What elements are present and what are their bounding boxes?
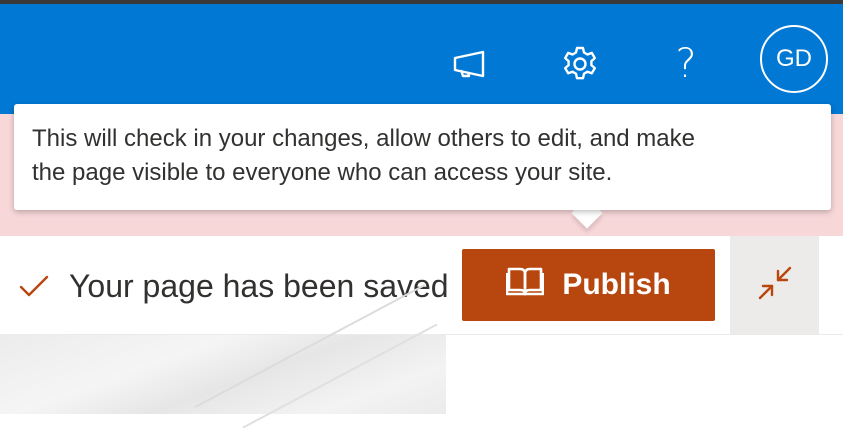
collapse-arrows-icon: [756, 264, 794, 307]
help-button[interactable]: ?: [662, 40, 710, 88]
megaphone-icon: [451, 48, 491, 80]
settings-button[interactable]: [556, 40, 604, 88]
book-icon: [506, 265, 545, 305]
page-canvas-image: [0, 335, 446, 414]
publish-button[interactable]: Publish: [462, 249, 715, 321]
tooltip-line-2: the page visible to everyone who can acc…: [32, 159, 613, 186]
help-icon: ?: [675, 41, 697, 87]
tooltip-line-1: This will check in your changes, allow o…: [32, 125, 695, 152]
collapse-button[interactable]: [730, 236, 819, 334]
publish-tooltip: This will check in your changes, allow o…: [14, 104, 831, 210]
user-avatar[interactable]: GD: [760, 25, 828, 93]
feedback-button[interactable]: [447, 40, 495, 88]
checkmark-icon: [18, 272, 50, 305]
publish-label: Publish: [562, 268, 671, 301]
gear-icon: [560, 44, 600, 84]
suite-bar: ? GD: [0, 4, 843, 114]
